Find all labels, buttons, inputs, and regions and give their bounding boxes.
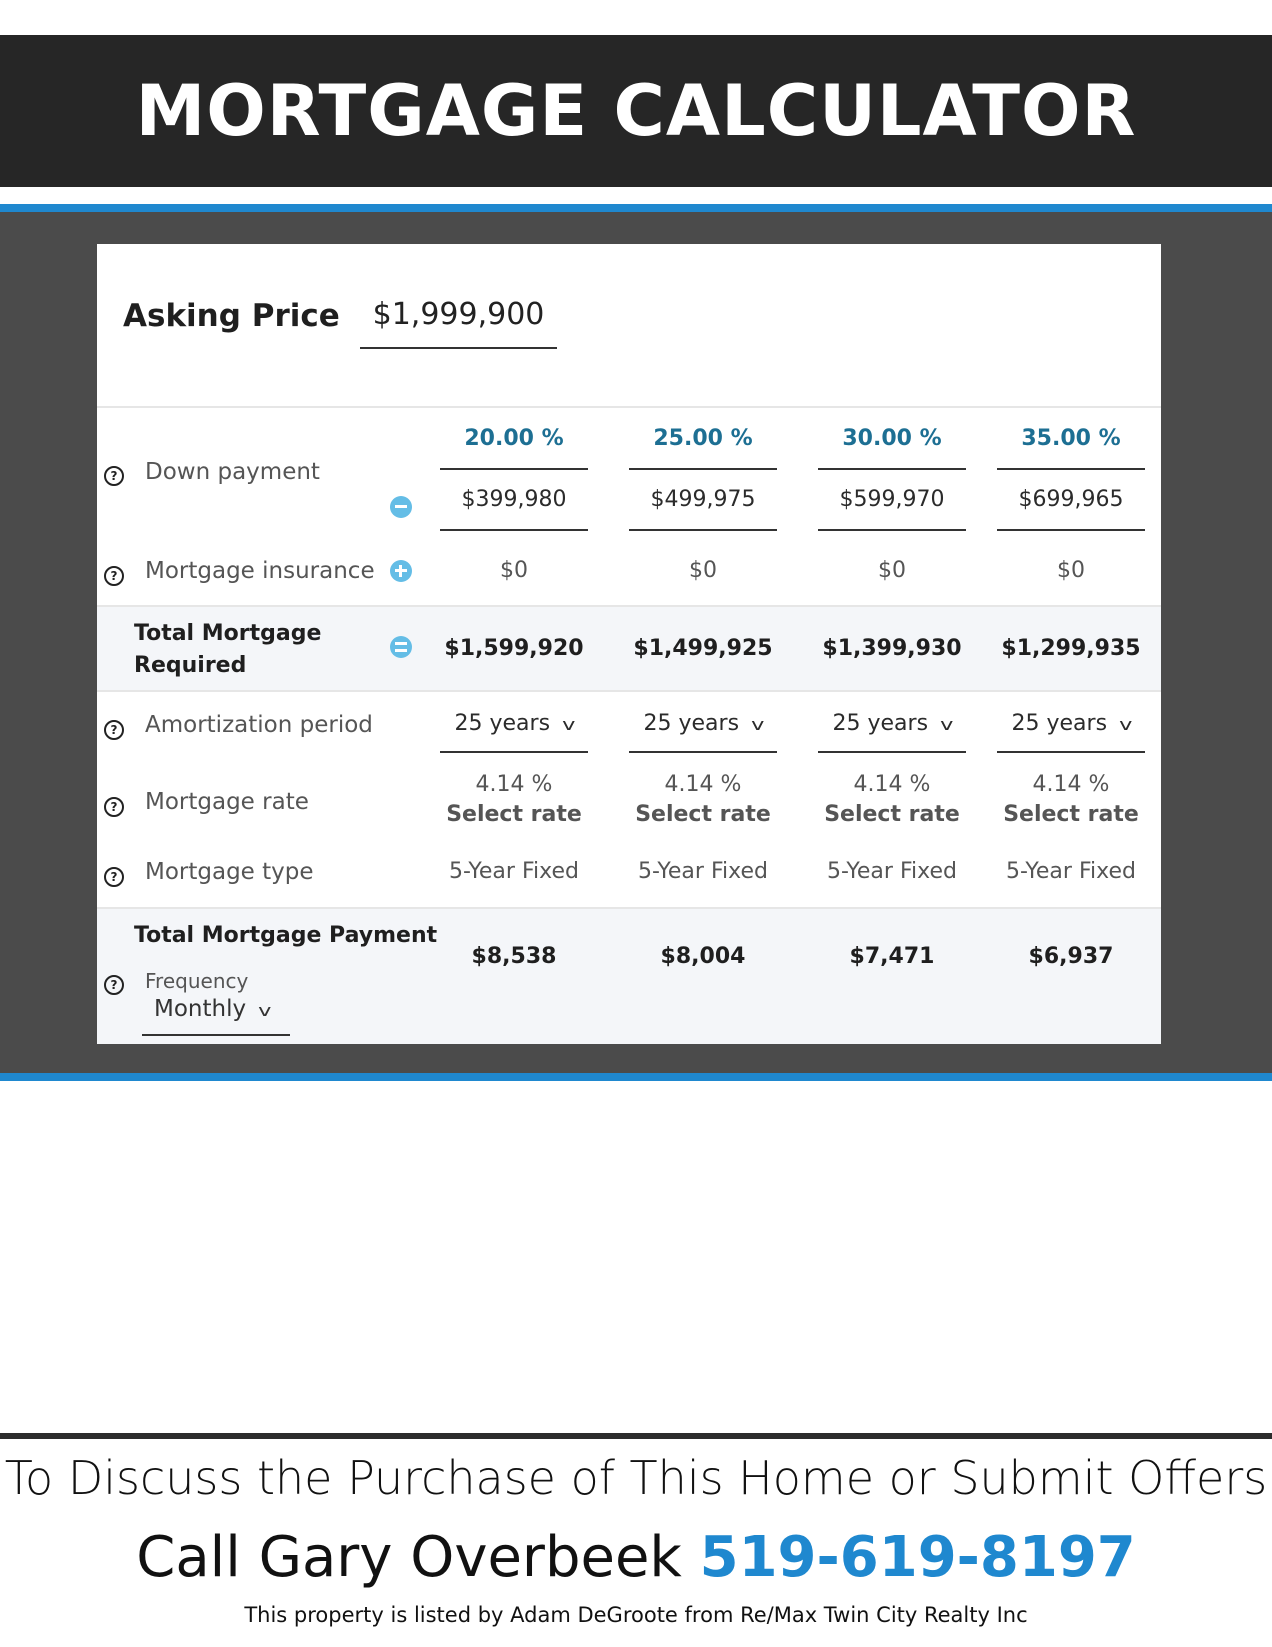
divider bbox=[97, 605, 1161, 607]
help-icon[interactable]: ? bbox=[104, 867, 124, 887]
divider bbox=[97, 690, 1161, 692]
amortization-select[interactable]: 25 years v bbox=[629, 711, 777, 753]
amortization-value: 25 years bbox=[1011, 711, 1108, 736]
divider bbox=[97, 907, 1161, 909]
expand-plus-icon[interactable] bbox=[390, 560, 412, 582]
insurance-value: $0 bbox=[689, 558, 717, 583]
down-percent-input[interactable]: 25.00 % bbox=[629, 426, 777, 470]
chevron-down-icon: v bbox=[562, 715, 576, 734]
mortgage-type-value: 5-Year Fixed bbox=[449, 859, 579, 884]
help-icon[interactable]: ? bbox=[104, 797, 124, 817]
down-amount-input[interactable]: $399,980 bbox=[440, 487, 588, 531]
total-required-value: $1,499,925 bbox=[633, 636, 773, 661]
mortgage-type-value: 5-Year Fixed bbox=[827, 859, 957, 884]
total-required-line1: Total Mortgage bbox=[134, 621, 322, 646]
amortization-label: Amortization period bbox=[145, 712, 373, 738]
footer-divider bbox=[0, 1433, 1272, 1439]
chevron-down-icon: v bbox=[1119, 715, 1133, 734]
footer-call-line: Call Gary Overbeek 519-619-8197 bbox=[0, 1525, 1272, 1590]
down-amount-input[interactable]: $599,970 bbox=[818, 487, 966, 531]
call-text: Call Gary Overbeek bbox=[136, 1525, 700, 1590]
select-rate-link[interactable]: Select rate bbox=[440, 802, 588, 827]
rate-value: 4.14 % bbox=[664, 772, 742, 797]
mortgage-type-label: Mortgage type bbox=[145, 859, 314, 885]
payment-value: $8,538 bbox=[471, 944, 557, 969]
select-rate-link[interactable]: Select rate bbox=[997, 802, 1145, 827]
rate-value: 4.14 % bbox=[475, 772, 553, 797]
payment-value: $6,937 bbox=[1028, 944, 1114, 969]
chevron-down-icon: v bbox=[751, 715, 765, 734]
frequency-select[interactable]: Monthly v bbox=[142, 996, 290, 1036]
page-title: MORTGAGE CALCULATOR bbox=[135, 70, 1137, 152]
mortgage-insurance-label: Mortgage insurance bbox=[145, 558, 375, 584]
frequency-label: Frequency bbox=[145, 969, 249, 993]
help-icon[interactable]: ? bbox=[104, 720, 124, 740]
help-icon[interactable]: ? bbox=[104, 566, 124, 586]
mortgage-type-value: 5-Year Fixed bbox=[638, 859, 768, 884]
rate-value: 4.14 % bbox=[1032, 772, 1110, 797]
amortization-select[interactable]: 25 years v bbox=[997, 711, 1145, 753]
total-required-value: $1,399,930 bbox=[822, 636, 962, 661]
footer-headline: To Discuss the Purchase of This Home or … bbox=[4, 1451, 1268, 1505]
down-percent-input[interactable]: 35.00 % bbox=[997, 426, 1145, 470]
down-percent-input[interactable]: 30.00 % bbox=[818, 426, 966, 470]
amortization-value: 25 years bbox=[832, 711, 929, 736]
down-percent-input[interactable]: 20.00 % bbox=[440, 426, 588, 470]
collapse-minus-icon[interactable] bbox=[390, 496, 412, 518]
calculator-card: Asking Price $1,999,900 ? Down payment ?… bbox=[97, 244, 1161, 1044]
total-required-value: $1,599,920 bbox=[444, 636, 584, 661]
total-payment-label: Total Mortgage Payment bbox=[134, 923, 438, 948]
down-payment-label: Down payment bbox=[145, 459, 320, 485]
down-amount-input[interactable]: $699,965 bbox=[997, 487, 1145, 531]
listing-note: This property is listed by Adam DeGroote… bbox=[244, 1603, 1028, 1627]
frequency-value: Monthly bbox=[154, 996, 247, 1022]
total-required-label: Total Mortgage Required bbox=[134, 618, 321, 682]
total-required-line2: Required bbox=[134, 653, 247, 678]
rate-value: 4.14 % bbox=[853, 772, 931, 797]
divider bbox=[97, 406, 1161, 408]
amortization-value: 25 years bbox=[454, 711, 551, 736]
insurance-value: $0 bbox=[878, 558, 906, 583]
chevron-down-icon: v bbox=[258, 1001, 272, 1020]
chevron-down-icon: v bbox=[940, 715, 954, 734]
down-amount-input[interactable]: $499,975 bbox=[629, 487, 777, 531]
insurance-value: $0 bbox=[500, 558, 528, 583]
amortization-select[interactable]: 25 years v bbox=[818, 711, 966, 753]
insurance-value: $0 bbox=[1057, 558, 1085, 583]
mortgage-rate-label: Mortgage rate bbox=[145, 789, 309, 815]
payment-value: $8,004 bbox=[660, 944, 746, 969]
total-required-value: $1,299,935 bbox=[1001, 636, 1141, 661]
payment-value: $7,471 bbox=[849, 944, 935, 969]
equals-icon bbox=[390, 636, 412, 658]
amortization-value: 25 years bbox=[643, 711, 740, 736]
select-rate-link[interactable]: Select rate bbox=[818, 802, 966, 827]
help-icon[interactable]: ? bbox=[104, 975, 124, 995]
mortgage-type-value: 5-Year Fixed bbox=[1006, 859, 1136, 884]
asking-price-input[interactable]: $1,999,900 bbox=[360, 297, 557, 349]
select-rate-link[interactable]: Select rate bbox=[629, 802, 777, 827]
help-icon[interactable]: ? bbox=[104, 466, 124, 486]
title-banner: MORTGAGE CALCULATOR bbox=[0, 35, 1272, 187]
phone-number-link[interactable]: 519-619-8197 bbox=[700, 1525, 1136, 1590]
amortization-select[interactable]: 25 years v bbox=[440, 711, 588, 753]
asking-price-label: Asking Price bbox=[123, 298, 340, 334]
